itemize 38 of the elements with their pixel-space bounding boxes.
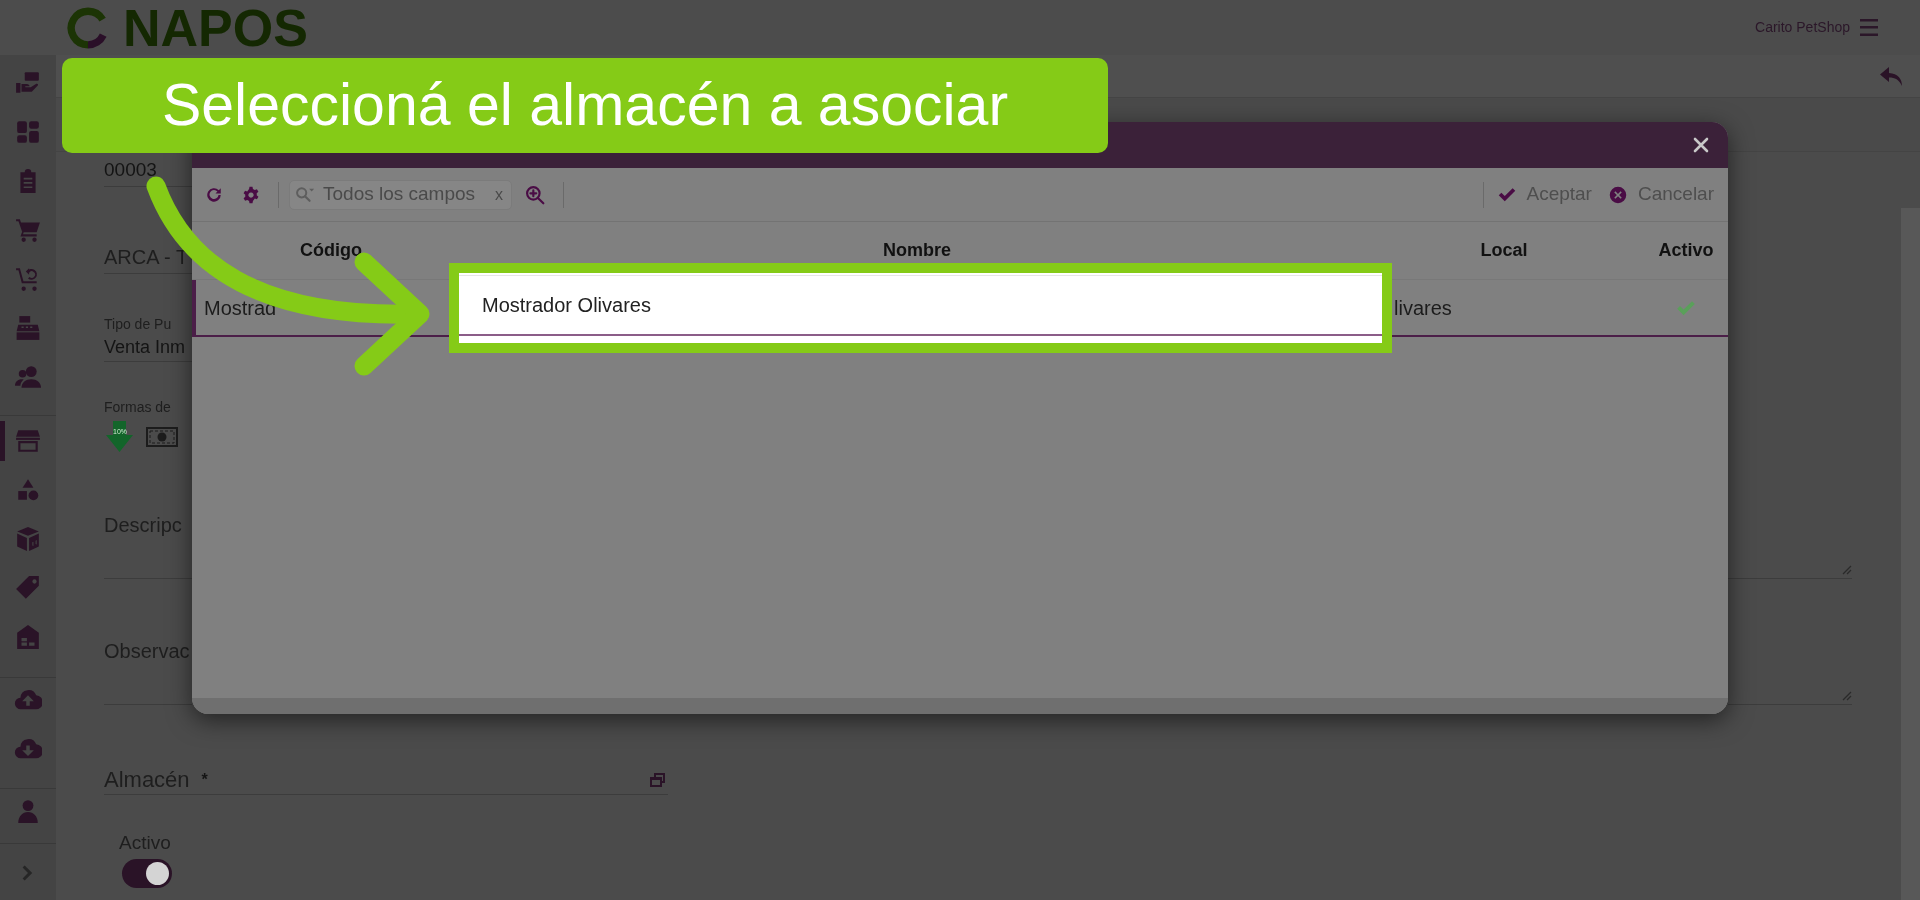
zoom-in-icon[interactable]: [525, 184, 545, 205]
users-icon: [15, 364, 41, 390]
check-icon: [1498, 187, 1517, 202]
resize-handle-icon: [1842, 691, 1852, 701]
dashboard-icon: [15, 119, 41, 145]
column-header[interactable]: Activo: [1658, 237, 1714, 264]
arrow-down-icon: [106, 421, 133, 452]
search-field[interactable]: Todos los campos x: [289, 179, 512, 210]
clear-search-button[interactable]: x: [495, 185, 503, 204]
cash-hand-icon: [15, 70, 41, 96]
toggle-switch[interactable]: [122, 859, 172, 888]
table-cell: livares: [1394, 296, 1452, 319]
box-icon: [15, 526, 41, 552]
table-cell-text: Mostrador Olivares: [482, 293, 651, 318]
search-icon: [295, 186, 315, 203]
column-header[interactable]: Nombre: [883, 237, 951, 264]
settings-icon[interactable]: [242, 185, 260, 204]
money-bill-icon: [146, 426, 178, 447]
table-cell: Mostrad: [204, 296, 277, 319]
cash-register-icon: [15, 315, 41, 341]
warehouse-icon: [15, 624, 41, 650]
close-icon[interactable]: [1693, 137, 1709, 153]
column-header[interactable]: Local: [1480, 237, 1528, 264]
shapes-icon: [15, 477, 41, 503]
window-restore-icon[interactable]: [650, 772, 665, 787]
resize-handle-icon: [1842, 565, 1852, 575]
back-arrow-icon[interactable]: [1880, 66, 1902, 86]
menu-icon[interactable]: [1860, 19, 1878, 36]
required-mark: *: [201, 769, 208, 790]
refresh-icon[interactable]: [205, 185, 223, 204]
instruction-callout: Seleccioná el almacén a asociar: [62, 58, 1108, 153]
price-tag-icon: [15, 575, 41, 601]
logo-icon: [67, 6, 109, 49]
column-header[interactable]: Código: [300, 237, 362, 264]
logo-wordmark: NAPOS: [123, 1, 308, 54]
cart-icon: [15, 217, 41, 243]
store-icon: [15, 428, 41, 454]
user-icon: [15, 798, 41, 824]
